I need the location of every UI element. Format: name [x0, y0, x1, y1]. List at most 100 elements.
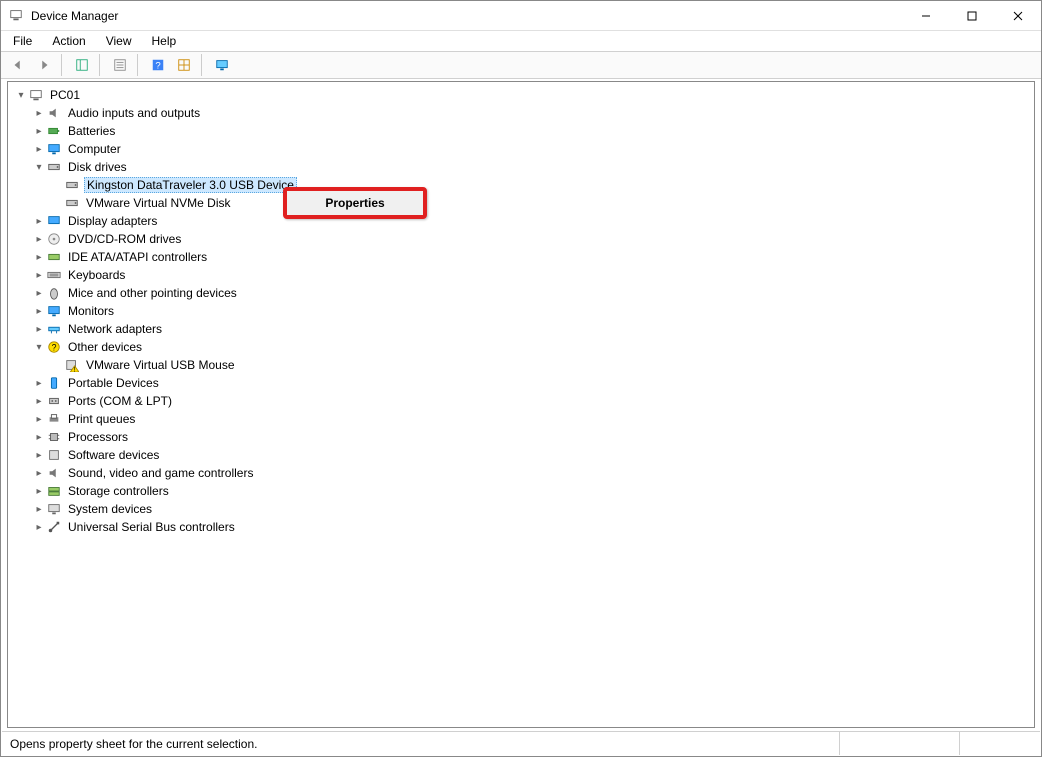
chevron-right-icon[interactable]: ▸	[32, 484, 46, 498]
chevron-right-icon[interactable]: ▸	[32, 520, 46, 534]
controller-icon	[46, 249, 62, 265]
category-other-devices[interactable]: ▾ ? Other devices	[8, 338, 1034, 356]
software-device-icon	[46, 447, 62, 463]
category-label: Portable Devices	[66, 376, 161, 390]
svg-text:?: ?	[155, 61, 160, 72]
chevron-right-icon[interactable]: ▸	[32, 286, 46, 300]
chevron-right-icon[interactable]: ▸	[32, 466, 46, 480]
category-usb-controllers[interactable]: ▸ Universal Serial Bus controllers	[8, 518, 1034, 536]
disc-icon	[46, 231, 62, 247]
menu-action[interactable]: Action	[44, 32, 93, 50]
chevron-right-icon[interactable]: ▸	[32, 268, 46, 282]
category-label: Software devices	[66, 448, 161, 462]
category-label: Disk drives	[66, 160, 129, 174]
chevron-right-icon[interactable]: ▸	[32, 394, 46, 408]
chevron-right-icon[interactable]: ▸	[32, 430, 46, 444]
close-button[interactable]	[995, 1, 1041, 31]
mouse-icon	[46, 285, 62, 301]
chevron-right-icon[interactable]: ▸	[32, 124, 46, 138]
chevron-down-icon[interactable]: ▾	[14, 88, 28, 102]
monitor-button[interactable]	[211, 54, 233, 76]
category-storage-controllers[interactable]: ▸ Storage controllers	[8, 482, 1034, 500]
category-label: IDE ATA/ATAPI controllers	[66, 250, 209, 264]
chevron-right-icon[interactable]: ▸	[32, 232, 46, 246]
category-label: Keyboards	[66, 268, 127, 282]
tree-root[interactable]: ▾ PC01	[8, 86, 1034, 104]
category-batteries[interactable]: ▸ Batteries	[8, 122, 1034, 140]
category-monitors[interactable]: ▸ Monitors	[8, 302, 1034, 320]
context-menu-properties[interactable]: Properties	[325, 196, 384, 210]
category-computer[interactable]: ▸ Computer	[8, 140, 1034, 158]
category-keyboards[interactable]: ▸ Keyboards	[8, 266, 1034, 284]
device-label: VMware Virtual USB Mouse	[84, 358, 237, 372]
device-kingston-datatraveler[interactable]: ▸ Kingston DataTraveler 3.0 USB Device	[8, 176, 1034, 194]
portable-device-icon	[46, 375, 62, 391]
show-hide-tree-button[interactable]	[71, 54, 93, 76]
category-print-queues[interactable]: ▸ Print queues	[8, 410, 1034, 428]
category-software-devices[interactable]: ▸ Software devices	[8, 446, 1034, 464]
chevron-right-icon[interactable]: ▸	[32, 412, 46, 426]
toolbar-separator	[201, 54, 205, 76]
category-ports[interactable]: ▸ Ports (COM & LPT)	[8, 392, 1034, 410]
scan-hardware-button[interactable]	[173, 54, 195, 76]
help-button[interactable]: ?	[147, 54, 169, 76]
toolbar-separator	[61, 54, 65, 76]
category-ide[interactable]: ▸ IDE ATA/ATAPI controllers	[8, 248, 1034, 266]
status-text: Opens property sheet for the current sel…	[2, 732, 840, 755]
chevron-right-icon[interactable]: ▸	[32, 322, 46, 336]
network-icon	[46, 321, 62, 337]
warning-device-icon: !	[64, 357, 80, 373]
window-title: Device Manager	[31, 9, 118, 23]
category-label: Other devices	[66, 340, 144, 354]
device-tree[interactable]: ▾ PC01 ▸ Audio inputs and outputs ▸ Batt…	[7, 81, 1035, 728]
category-label: System devices	[66, 502, 154, 516]
chevron-right-icon[interactable]: ▸	[32, 502, 46, 516]
back-button[interactable]	[7, 54, 29, 76]
chevron-right-icon[interactable]: ▸	[32, 448, 46, 462]
menu-view[interactable]: View	[98, 32, 140, 50]
category-label: Storage controllers	[66, 484, 171, 498]
menu-file[interactable]: File	[5, 32, 40, 50]
device-vmware-usb-mouse[interactable]: ▸ ! VMware Virtual USB Mouse	[8, 356, 1034, 374]
chevron-right-icon[interactable]: ▸	[32, 142, 46, 156]
statusbar: Opens property sheet for the current sel…	[2, 731, 1040, 755]
category-dvd[interactable]: ▸ DVD/CD-ROM drives	[8, 230, 1034, 248]
context-menu[interactable]: Properties	[283, 187, 427, 219]
category-network[interactable]: ▸ Network adapters	[8, 320, 1034, 338]
category-system-devices[interactable]: ▸ System devices	[8, 500, 1034, 518]
menu-help[interactable]: Help	[144, 32, 185, 50]
svg-text:!: !	[74, 367, 76, 372]
category-audio[interactable]: ▸ Audio inputs and outputs	[8, 104, 1034, 122]
category-processors[interactable]: ▸ Processors	[8, 428, 1034, 446]
minimize-button[interactable]	[903, 1, 949, 31]
device-vmware-nvme[interactable]: ▸ VMware Virtual NVMe Disk	[8, 194, 1034, 212]
category-disk-drives[interactable]: ▾ Disk drives	[8, 158, 1034, 176]
category-label: Print queues	[66, 412, 137, 426]
maximize-button[interactable]	[949, 1, 995, 31]
chevron-right-icon[interactable]: ▸	[32, 250, 46, 264]
category-mice[interactable]: ▸ Mice and other pointing devices	[8, 284, 1034, 302]
battery-icon	[46, 123, 62, 139]
chevron-right-icon[interactable]: ▸	[32, 106, 46, 120]
properties-button[interactable]	[109, 54, 131, 76]
chevron-right-icon[interactable]: ▸	[32, 214, 46, 228]
app-icon	[9, 8, 25, 24]
monitor-icon	[46, 141, 62, 157]
chevron-down-icon[interactable]: ▾	[32, 160, 46, 174]
printer-icon	[46, 411, 62, 427]
chevron-right-icon[interactable]: ▸	[32, 304, 46, 318]
category-label: Display adapters	[66, 214, 159, 228]
status-cell-3	[960, 732, 1040, 755]
device-label: VMware Virtual NVMe Disk	[84, 196, 232, 210]
speaker-icon	[46, 105, 62, 121]
category-label: Batteries	[66, 124, 117, 138]
category-display[interactable]: ▸ Display adapters	[8, 212, 1034, 230]
category-label: Universal Serial Bus controllers	[66, 520, 237, 534]
category-portable-devices[interactable]: ▸ Portable Devices	[8, 374, 1034, 392]
category-label: DVD/CD-ROM drives	[66, 232, 183, 246]
forward-button[interactable]	[33, 54, 55, 76]
chevron-down-icon[interactable]: ▾	[32, 340, 46, 354]
category-label: Audio inputs and outputs	[66, 106, 202, 120]
category-sound-video-game[interactable]: ▸ Sound, video and game controllers	[8, 464, 1034, 482]
chevron-right-icon[interactable]: ▸	[32, 376, 46, 390]
